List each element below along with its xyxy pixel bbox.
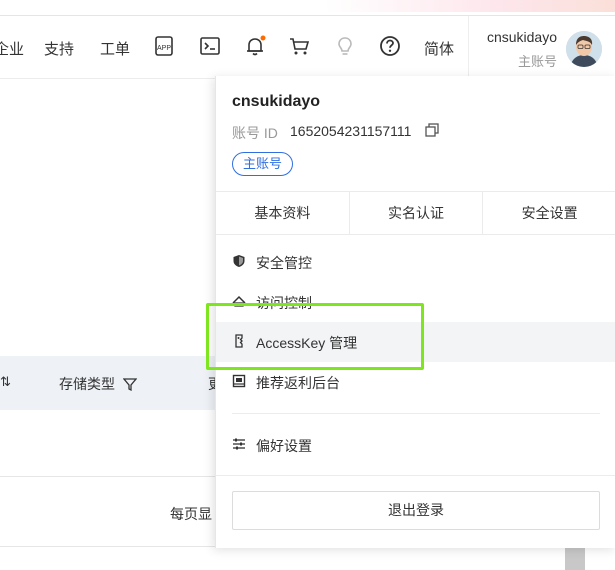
bulb-icon[interactable] xyxy=(334,35,356,57)
filter-icon[interactable] xyxy=(123,377,137,391)
sliders-icon xyxy=(233,438,245,450)
top-header: 企业 支持 工单 APP 简体 cnsukidayo 主账号 xyxy=(0,15,615,79)
header-role: 主账号 xyxy=(517,54,557,69)
avatar[interactable] xyxy=(566,31,602,67)
menu-label: 安全管控 xyxy=(256,255,312,271)
row-divider xyxy=(0,546,215,547)
cart-icon[interactable] xyxy=(288,35,310,57)
language-switch[interactable]: 简体 xyxy=(424,38,454,59)
help-icon[interactable] xyxy=(379,35,401,57)
rebate-icon xyxy=(232,374,246,388)
tab-basic-info[interactable]: 基本资料 xyxy=(216,192,350,234)
pagination-label: 每页显 xyxy=(170,506,212,522)
menu-item-security-control[interactable]: 安全管控 xyxy=(216,242,615,282)
account-name: cnsukidayo xyxy=(232,93,321,110)
menu-label: 推荐返利后台 xyxy=(256,375,340,391)
menu-divider xyxy=(232,413,600,414)
tab-real-name-auth[interactable]: 实名认证 xyxy=(350,192,484,234)
notification-dot xyxy=(260,35,266,41)
top-strip xyxy=(0,0,615,15)
menu-divider xyxy=(216,475,615,476)
tab-security-settings[interactable]: 安全设置 xyxy=(483,192,615,234)
nav-item-enterprise[interactable]: 企业 xyxy=(0,38,24,59)
copy-icon[interactable] xyxy=(424,122,440,138)
row-divider xyxy=(0,476,215,477)
header-username: cnsukidayo xyxy=(486,29,557,45)
logout-button[interactable]: 退出登录 xyxy=(232,491,600,530)
account-id-label: 账号 ID xyxy=(232,125,278,141)
menu-item-preferences[interactable]: 偏好设置 xyxy=(216,425,615,465)
app-icon[interactable]: APP xyxy=(153,35,175,57)
sort-icon[interactable]: ⇅ xyxy=(0,374,11,390)
terminal-icon[interactable] xyxy=(199,35,221,57)
bell-icon[interactable] xyxy=(244,35,266,57)
table-header: ⇅ 存储类型 更 xyxy=(0,356,222,410)
column-storage-type[interactable]: 存储类型 xyxy=(59,374,115,394)
menu-label: 偏好设置 xyxy=(256,438,312,454)
shield-icon xyxy=(233,255,245,267)
nav-item-ticket[interactable]: 工单 xyxy=(100,38,130,59)
profile-tabs: 基本资料 实名认证 安全设置 xyxy=(216,191,615,235)
highlight-box xyxy=(206,303,424,370)
account-id-value: 1652054231157111 xyxy=(290,123,412,139)
svg-text:APP: APP xyxy=(157,45,171,52)
account-type-badge: 主账号 xyxy=(232,152,294,176)
nav-item-support[interactable]: 支持 xyxy=(44,38,74,59)
